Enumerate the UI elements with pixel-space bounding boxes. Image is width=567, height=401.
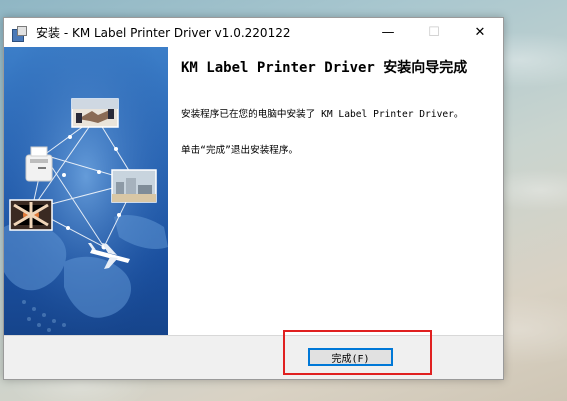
install-complete-message: 安装程序已在您的电脑中安装了 KM Label Printer Driver。 (181, 109, 464, 120)
network-illustration (4, 47, 168, 335)
exit-instruction: 单击“完成”退出安装程序。 (181, 145, 299, 156)
minimize-button[interactable]: — (365, 18, 411, 47)
close-button[interactable]: ✕ (457, 18, 503, 47)
title-bar[interactable]: 安装 - KM Label Printer Driver v1.0.220122… (4, 18, 503, 47)
page-title: KM Label Printer Driver 安装向导完成 (181, 60, 468, 76)
handshake-photo (71, 98, 119, 128)
highlight-annotation-box (283, 330, 432, 375)
installer-window: 安装 - KM Label Printer Driver v1.0.220122… (3, 17, 504, 380)
content-panel: KM Label Printer Driver 安装向导完成 安装程序已在您的电… (168, 47, 503, 335)
maximize-button: ☐ (428, 25, 440, 40)
hands-photo (9, 199, 53, 231)
window-title: 安装 - KM Label Printer Driver v1.0.220122 (36, 26, 291, 40)
wizard-banner-image (4, 47, 168, 335)
warehouse-photo (111, 169, 157, 203)
installer-icon (11, 25, 27, 42)
